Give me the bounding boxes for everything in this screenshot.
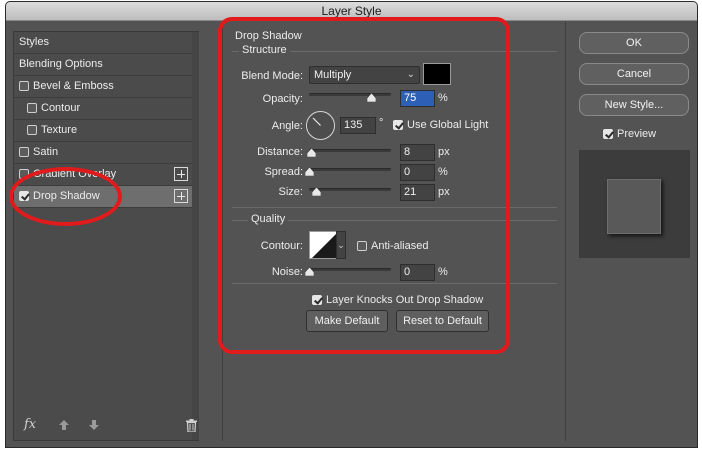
opacity-unit: % bbox=[438, 92, 448, 104]
add-gradient-overlay-plus-icon[interactable] bbox=[174, 167, 188, 181]
make-default-button[interactable]: Make Default bbox=[306, 310, 388, 332]
blend-mode-label: Blend Mode: bbox=[241, 70, 303, 82]
style-item-styles[interactable]: Styles bbox=[14, 32, 192, 54]
move-down-icon[interactable] bbox=[88, 419, 100, 434]
drop-shadow-checkbox[interactable] bbox=[19, 191, 29, 201]
fx-icon[interactable]: fx bbox=[24, 417, 36, 432]
add-drop-shadow-plus-icon[interactable] bbox=[174, 189, 188, 203]
spread-unit: % bbox=[438, 166, 448, 178]
blend-mode-value: Multiply bbox=[314, 69, 352, 81]
styles-list-scrollbar[interactable] bbox=[192, 32, 199, 440]
size-input[interactable]: 21 bbox=[400, 184, 435, 201]
shadow-color-swatch[interactable] bbox=[423, 63, 451, 85]
contour-picker[interactable] bbox=[309, 231, 337, 259]
style-item-gradient-overlay[interactable]: Gradient Overlay bbox=[14, 164, 192, 186]
styles-list-toolbar: fx bbox=[14, 414, 197, 440]
spread-input[interactable]: 0 bbox=[400, 164, 435, 181]
style-item-drop-shadow[interactable]: Drop Shadow bbox=[14, 186, 192, 208]
anti-aliased-checkbox[interactable] bbox=[357, 241, 367, 251]
style-item-label: Drop Shadow bbox=[33, 190, 100, 202]
noise-unit: % bbox=[438, 266, 448, 278]
angle-label: Angle: bbox=[271, 120, 303, 132]
ok-button[interactable]: OK bbox=[579, 32, 689, 54]
gradient-overlay-checkbox[interactable] bbox=[19, 169, 29, 179]
noise-label: Noise: bbox=[271, 266, 303, 278]
move-up-icon[interactable] bbox=[58, 419, 70, 434]
angle-dial[interactable] bbox=[306, 111, 335, 140]
contour-dropdown-chevron-icon[interactable]: ⌄ bbox=[336, 231, 346, 259]
drop-shadow-title: Drop Shadow bbox=[235, 30, 302, 42]
contour-curve-icon bbox=[312, 234, 336, 258]
structure-title: Structure bbox=[239, 44, 290, 56]
style-item-label: Satin bbox=[33, 146, 59, 158]
layer-knocks-out-checkbox[interactable] bbox=[312, 295, 322, 305]
size-unit: px bbox=[438, 186, 450, 198]
distance-unit: px bbox=[438, 146, 450, 158]
style-item-satin[interactable]: Satin bbox=[14, 142, 192, 164]
cancel-button[interactable]: Cancel bbox=[579, 63, 689, 85]
contour-label: Contour: bbox=[260, 240, 303, 252]
quality-title: Quality bbox=[248, 213, 289, 225]
use-global-light-checkbox[interactable] bbox=[393, 120, 403, 130]
spread-slider-track[interactable] bbox=[309, 168, 391, 171]
distance-slider-track[interactable] bbox=[309, 149, 391, 152]
reset-to-default-button[interactable]: Reset to Default bbox=[396, 310, 489, 332]
noise-slider-track[interactable] bbox=[309, 268, 391, 271]
use-global-light-label: Use Global Light bbox=[407, 119, 489, 131]
size-slider-thumb[interactable] bbox=[311, 187, 321, 196]
blend-mode-select[interactable]: Multiply ⌄ bbox=[309, 66, 420, 84]
anti-aliased-label: Anti-aliased bbox=[371, 240, 429, 252]
window-title: Layer Style bbox=[6, 2, 697, 21]
layer-knocks-out-label: Layer Knocks Out Drop Shadow bbox=[326, 294, 484, 306]
style-item-bevel-emboss[interactable]: Bevel & Emboss bbox=[14, 76, 192, 98]
new-style-button[interactable]: New Style... bbox=[579, 94, 689, 116]
distance-label: Distance: bbox=[257, 146, 303, 158]
styles-list-panel: Styles Blending Options Bevel & Emboss C… bbox=[13, 31, 199, 441]
contour-checkbox[interactable] bbox=[27, 103, 37, 113]
style-item-label: Styles bbox=[19, 36, 49, 48]
style-item-blending-options[interactable]: Blending Options bbox=[14, 54, 192, 76]
style-item-label: Gradient Overlay bbox=[33, 168, 117, 180]
noise-input[interactable]: 0 bbox=[400, 264, 435, 281]
size-slider-track[interactable] bbox=[309, 188, 391, 191]
style-item-texture[interactable]: Texture bbox=[14, 120, 192, 142]
preview-shape bbox=[607, 179, 661, 234]
spread-label: Spread: bbox=[264, 166, 303, 178]
texture-checkbox[interactable] bbox=[27, 125, 37, 135]
distance-input[interactable]: 8 bbox=[400, 144, 435, 161]
trash-icon[interactable] bbox=[186, 419, 197, 435]
style-item-label: Contour bbox=[41, 102, 81, 114]
preview-checkbox[interactable] bbox=[603, 129, 613, 139]
size-label: Size: bbox=[278, 186, 303, 198]
spread-slider-thumb[interactable] bbox=[305, 167, 314, 176]
angle-dial-needle-icon bbox=[312, 117, 321, 126]
style-item-label: Bevel & Emboss bbox=[33, 80, 114, 92]
chevron-down-icon: ⌄ bbox=[406, 69, 415, 80]
satin-checkbox[interactable] bbox=[19, 147, 29, 157]
style-item-contour[interactable]: Contour bbox=[14, 98, 192, 120]
preview-thumbnail bbox=[579, 150, 690, 258]
style-item-label: Blending Options bbox=[19, 58, 103, 70]
drop-shadow-settings: Drop Shadow Structure Blend Mode: Multip… bbox=[222, 21, 566, 441]
opacity-slider-thumb[interactable] bbox=[366, 93, 376, 102]
preview-label: Preview bbox=[617, 128, 657, 140]
angle-unit: ° bbox=[379, 117, 384, 129]
opacity-slider-track[interactable] bbox=[309, 93, 391, 96]
opacity-input[interactable]: 75 bbox=[400, 90, 435, 107]
style-item-label: Texture bbox=[41, 124, 78, 136]
angle-input[interactable]: 135 bbox=[340, 117, 376, 134]
bevel-emboss-checkbox[interactable] bbox=[19, 81, 29, 91]
opacity-label: Opacity: bbox=[262, 93, 303, 105]
layer-style-dialog: Layer Style Styles Blending Options Beve… bbox=[5, 1, 698, 448]
noise-slider-thumb[interactable] bbox=[305, 267, 314, 276]
distance-slider-thumb[interactable] bbox=[307, 148, 317, 157]
